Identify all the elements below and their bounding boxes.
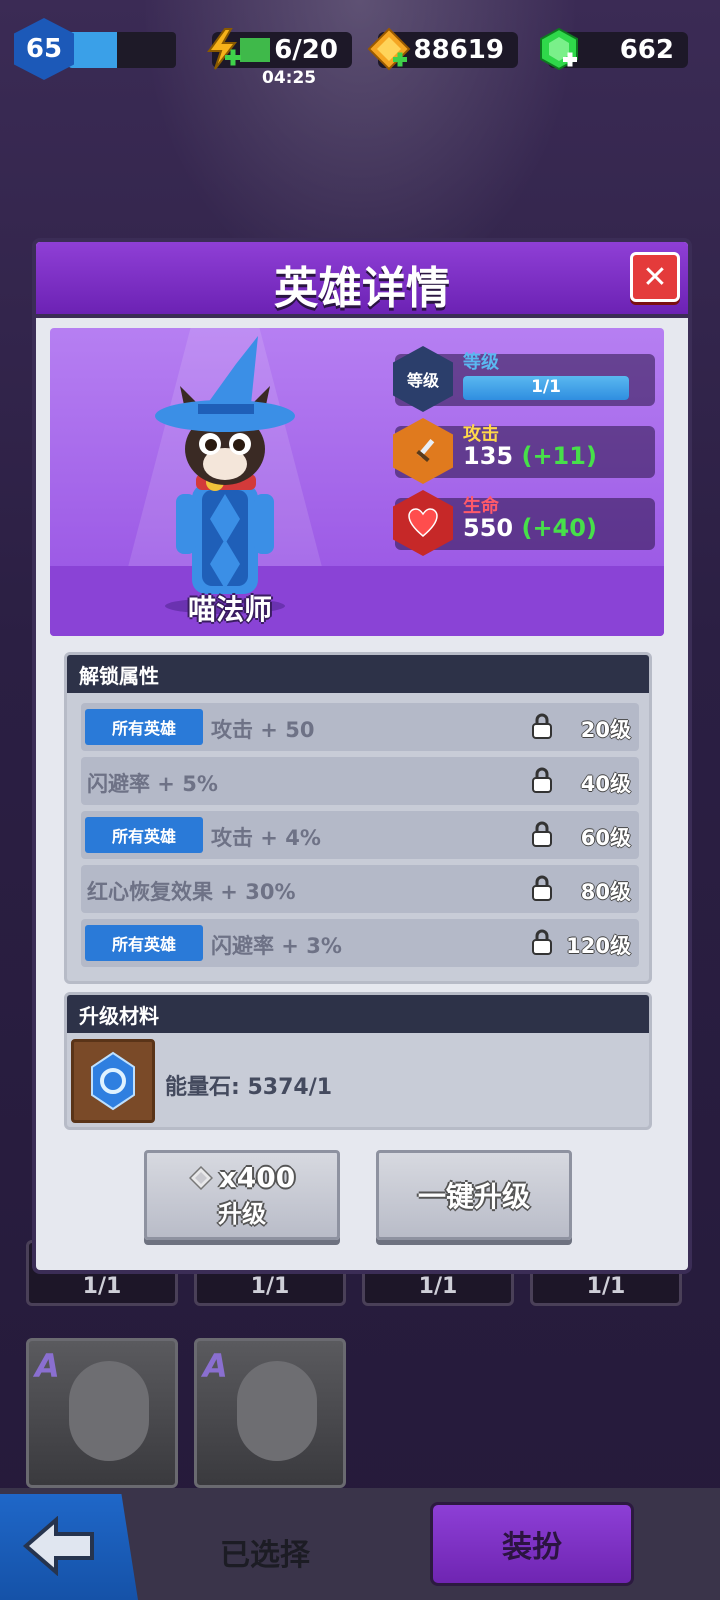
lock-icon bbox=[532, 929, 552, 955]
player-level-badge[interactable]: 65 bbox=[14, 18, 74, 80]
hero-card-level: 1/1 bbox=[250, 1274, 290, 1299]
gold-counter[interactable]: 88619 bbox=[367, 27, 518, 71]
hp-value: 550 bbox=[463, 514, 514, 542]
top-resource-bar: 65 6/20 04:25 88619 662 bbox=[0, 10, 720, 88]
unlock-attributes-panel: 解锁属性 所有英雄 攻击 + 50 20级 闪避率 + 5% 40级 所有英雄 … bbox=[64, 652, 652, 984]
hero-detail-modal: 英雄详情 ✕ 喵法师 等级 等级 1/1 攻击 135 (+11) 生命 550… bbox=[32, 238, 692, 1274]
hero-showcase: 喵法师 等级 等级 1/1 攻击 135 (+11) 生命 550 (+40) … bbox=[50, 328, 664, 636]
energy-stone-amount: 能量石: 5374/1 bbox=[165, 1075, 333, 1100]
unlock-requirement: 80级 bbox=[580, 880, 631, 904]
unlock-requirement: 20级 bbox=[580, 718, 631, 742]
heart-icon bbox=[393, 490, 453, 556]
unlock-requirement: 40级 bbox=[580, 772, 631, 796]
unlock-attributes-header: 解锁属性 bbox=[67, 655, 649, 693]
back-button[interactable] bbox=[0, 1494, 138, 1600]
close-button[interactable]: ✕ bbox=[630, 252, 680, 302]
upgrade-materials-header: 升级材料 bbox=[67, 995, 649, 1033]
hero-portrait-card[interactable]: A bbox=[26, 1338, 178, 1488]
energy-value: 6/20 bbox=[274, 35, 338, 65]
unlock-text: 攻击 + 50 bbox=[211, 718, 315, 742]
modal-title: 英雄详情 bbox=[274, 263, 450, 314]
outfit-button[interactable]: 装扮 bbox=[430, 1502, 634, 1586]
xp-bar bbox=[68, 32, 176, 68]
unlock-row: 红心恢复效果 + 30% 80级 bbox=[81, 865, 639, 913]
lock-icon bbox=[532, 875, 552, 901]
player-level: 65 bbox=[25, 34, 63, 64]
attack-stat: 攻击 135 (+11) bbox=[393, 418, 655, 484]
level-badge-label: 等级 bbox=[406, 371, 439, 390]
upgrade-cost-value: x400 bbox=[218, 1161, 296, 1194]
close-icon: ✕ bbox=[642, 259, 668, 295]
modal-header: 英雄详情 ✕ bbox=[36, 242, 688, 318]
one-key-upgrade-label: 一键升级 bbox=[417, 1180, 530, 1213]
unlock-row: 所有英雄 闪避率 + 3% 120级 bbox=[81, 919, 639, 967]
all-heroes-tag: 所有英雄 bbox=[85, 817, 203, 853]
unlock-requirement: 120级 bbox=[566, 934, 631, 958]
level-value: 1/1 bbox=[531, 377, 561, 397]
energy-stone-icon[interactable] bbox=[71, 1039, 155, 1123]
unlock-row: 所有英雄 攻击 + 50 20级 bbox=[81, 703, 639, 751]
energy-counter[interactable]: 6/20 bbox=[207, 28, 352, 70]
xp-fill bbox=[68, 32, 117, 68]
gem-value: 662 bbox=[619, 35, 674, 65]
attack-value: 135 bbox=[463, 442, 514, 470]
one-key-upgrade-button[interactable]: 一键升级 bbox=[376, 1150, 572, 1240]
hero-portrait-image bbox=[69, 1361, 149, 1461]
upgrade-materials-panel: 升级材料 能量石: 5374/1 bbox=[64, 992, 652, 1130]
hero-card-level: 1/1 bbox=[418, 1274, 458, 1299]
cat-mage-hero-image bbox=[155, 336, 295, 614]
level-badge-icon: 等级 bbox=[393, 346, 453, 412]
lightning-plus-icon[interactable] bbox=[198, 24, 248, 74]
lock-icon bbox=[532, 767, 552, 793]
attack-value-line: 135 (+11) bbox=[463, 442, 597, 470]
sword-icon bbox=[393, 418, 453, 484]
hero-grade: A bbox=[203, 1347, 228, 1385]
hero-portrait-card[interactable]: A bbox=[194, 1338, 346, 1488]
energy-timer: 04:25 bbox=[262, 68, 317, 88]
gold-value: 88619 bbox=[413, 35, 504, 65]
level-stat: 等级 等级 1/1 bbox=[393, 346, 655, 412]
unlock-text: 红心恢复效果 + 30% bbox=[87, 880, 296, 904]
hero-card-level: 1/1 bbox=[586, 1274, 626, 1299]
hero-card-level: 1/1 bbox=[82, 1274, 122, 1299]
gold-plus-icon[interactable] bbox=[364, 24, 414, 74]
unlock-text: 闪避率 + 3% bbox=[211, 934, 342, 958]
all-heroes-tag: 所有英雄 bbox=[85, 925, 203, 961]
hp-value-line: 550 (+40) bbox=[463, 514, 597, 542]
unlock-row: 所有英雄 攻击 + 4% 60级 bbox=[81, 811, 639, 859]
all-heroes-tag: 所有英雄 bbox=[85, 709, 203, 745]
unlock-row: 闪避率 + 5% 40级 bbox=[81, 757, 639, 805]
lock-icon bbox=[532, 821, 552, 847]
gem-plus-icon[interactable] bbox=[534, 24, 584, 74]
upgrade-cost: x400 bbox=[188, 1161, 296, 1194]
hp-stat: 生命 550 (+40) bbox=[393, 490, 655, 556]
upgrade-button[interactable]: x400 升级 bbox=[144, 1150, 340, 1240]
gem-counter[interactable]: 662 bbox=[540, 27, 688, 71]
upgrade-button-label: 升级 bbox=[218, 1200, 266, 1228]
hp-bonus: (+40) bbox=[521, 514, 597, 542]
gold-icon bbox=[188, 1165, 213, 1190]
hero-portrait-image bbox=[237, 1361, 317, 1461]
level-label: 等级 bbox=[463, 352, 499, 373]
level-progress-bar: 1/1 bbox=[463, 376, 629, 400]
unlock-text: 攻击 + 4% bbox=[211, 826, 321, 850]
hero-grade: A bbox=[35, 1347, 60, 1385]
unlock-requirement: 60级 bbox=[580, 826, 631, 850]
arrow-left-icon bbox=[22, 1516, 94, 1576]
unlock-text: 闪避率 + 5% bbox=[87, 772, 218, 796]
hero-name: 喵法师 bbox=[187, 593, 272, 626]
selected-label: 已选择 bbox=[220, 1538, 310, 1573]
attack-bonus: (+11) bbox=[521, 442, 597, 470]
lock-icon bbox=[532, 713, 552, 739]
